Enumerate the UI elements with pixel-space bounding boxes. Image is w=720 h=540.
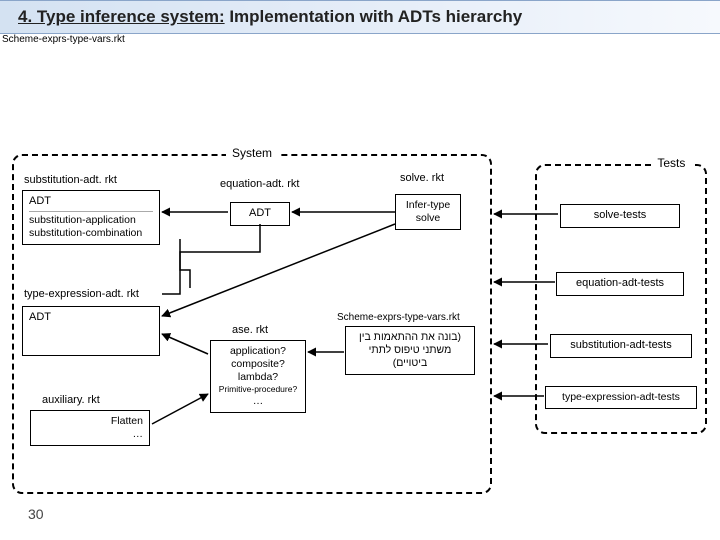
system-label: System xyxy=(226,146,278,160)
substitution-adt-tests-txt: substitution-adt-tests xyxy=(570,339,672,351)
solve-node: Infer-type solve xyxy=(395,194,461,230)
scheme-l1: (בונה את ההתאמות בין xyxy=(352,331,468,344)
ase-l4: Primitive-procedure? xyxy=(217,384,299,395)
scheme-title: Scheme-exprs-type-vars.rkt xyxy=(0,34,127,45)
solve-tests-node: solve-tests xyxy=(560,204,680,228)
solve-l1: Infer-type xyxy=(402,199,454,212)
typeexpr-hdr: ADT xyxy=(29,311,153,325)
ase-title: ase. rkt xyxy=(230,324,270,336)
slide-number: 30 xyxy=(28,506,44,522)
ase-l5: … xyxy=(217,395,299,408)
page-title: 4. Type inference system: Implementation… xyxy=(0,0,720,34)
ase-node: application? composite? lambda? Primitiv… xyxy=(210,340,306,413)
equation-adt-tests-node: equation-adt-tests xyxy=(556,272,684,296)
aux-node: Flatten … xyxy=(30,410,150,446)
tests-label: Tests xyxy=(651,156,691,170)
title-rest: Implementation with ADTs hierarchy xyxy=(225,7,523,26)
ase-l3: lambda? xyxy=(217,371,299,384)
type-expr-adt-tests-txt: type-expression-adt-tests xyxy=(562,391,680,403)
diagram-canvas: System Tests substitution-adt. rkt ADT s… xyxy=(0,34,720,534)
typeexpr-title: type-expression-adt. rkt xyxy=(22,288,141,300)
type-expr-adt-tests-node: type-expression-adt-tests xyxy=(545,386,697,409)
substitution-adt-tests-node: substitution-adt-tests xyxy=(550,334,692,358)
scheme-node: (בונה את ההתאמות בין משתני טיפוס לתתי בי… xyxy=(345,326,475,375)
scheme-title2: Scheme-exprs-type-vars.rkt xyxy=(335,312,462,323)
ase-l2: composite? xyxy=(217,358,299,371)
title-prefix: 4. Type inference system: xyxy=(18,7,225,26)
substitution-l2: substitution-combination xyxy=(29,227,153,240)
equation-adt-tests-txt: equation-adt-tests xyxy=(576,277,664,289)
scheme-l2: משתני טיפוס לתתי xyxy=(352,344,468,357)
equation-node: ADT xyxy=(230,202,290,226)
substitution-hdr: ADT xyxy=(29,195,153,212)
substitution-node: ADT substitution-application substitutio… xyxy=(22,190,160,245)
substitution-l1: substitution-application xyxy=(29,214,153,227)
solve-title: solve. rkt xyxy=(398,172,446,184)
solve-tests-txt: solve-tests xyxy=(594,209,647,221)
aux-l1: Flatten xyxy=(37,415,143,428)
equation-title: equation-adt. rkt xyxy=(218,178,302,190)
ase-l1: application? xyxy=(217,345,299,358)
equation-hdr: ADT xyxy=(249,207,271,219)
solve-l2: solve xyxy=(402,212,454,225)
aux-title: auxiliary. rkt xyxy=(40,394,102,406)
aux-l2: … xyxy=(37,428,143,441)
substitution-title: substitution-adt. rkt xyxy=(22,174,119,186)
scheme-l3: ביטויים) xyxy=(352,357,468,370)
typeexpr-node: ADT xyxy=(22,306,160,356)
